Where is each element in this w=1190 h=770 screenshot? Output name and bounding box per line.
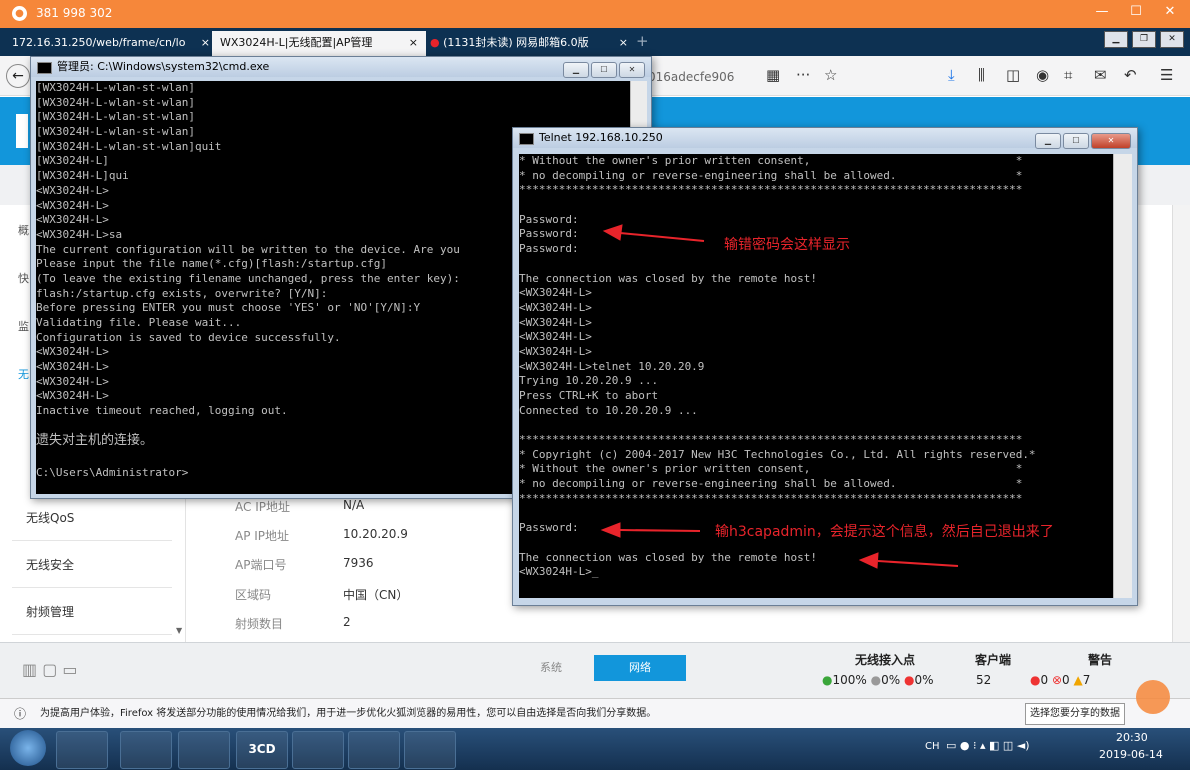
annotation-wrong-password: 输错密码会这样显示 [724, 237, 850, 253]
annotation-arrowhead [600, 522, 621, 538]
annotation-arrow [877, 560, 959, 567]
annotation-h3capadmin: 输h3capadmin，会提示这个信息，然后自己退出来了 [715, 524, 1054, 540]
annotation-arrow [619, 529, 701, 532]
annotation-layer [600, 224, 959, 569]
annotation-arrow [619, 232, 705, 242]
annotation-arrowhead [602, 224, 623, 241]
annotation-arrowhead [858, 552, 879, 569]
